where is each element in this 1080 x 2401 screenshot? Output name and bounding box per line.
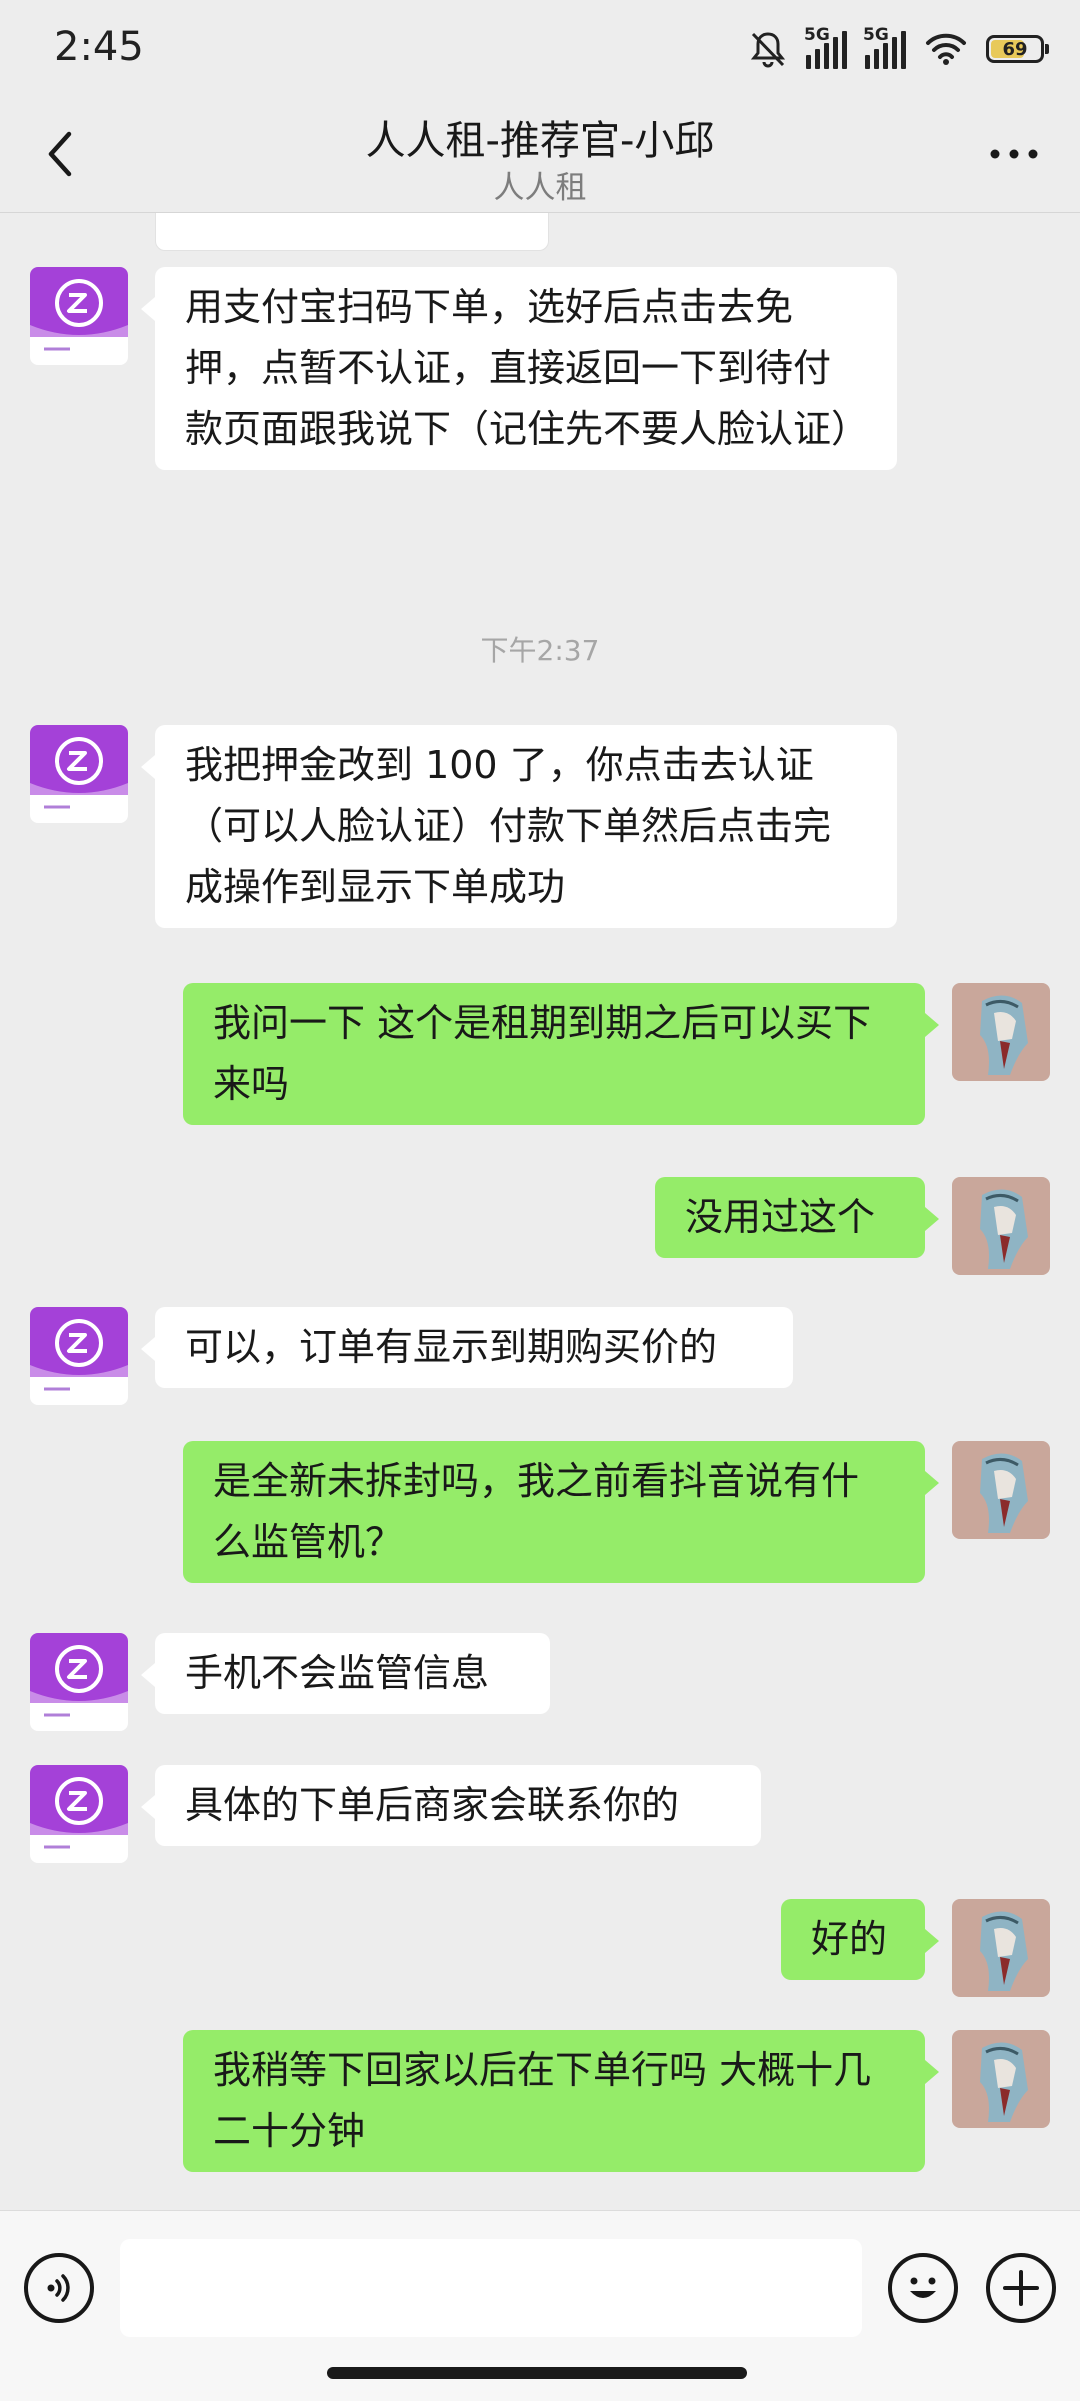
battery-percent: 69 xyxy=(1002,38,1028,60)
mute-icon xyxy=(750,32,786,68)
plus-button[interactable] xyxy=(986,2253,1056,2323)
chat-message-list[interactable]: 用支付宝扫码下单，选好后点击去免押，点暂不认证，直接返回一下到待付款页面跟我说下… xyxy=(0,213,1080,2210)
status-icons: 5G 5G 69 xyxy=(748,25,1049,72)
bot-logo-icon xyxy=(30,267,128,351)
bot-logo-icon xyxy=(30,725,128,809)
emoji-icon xyxy=(910,2277,936,2298)
message-bubble-incoming[interactable]: 我把押金改到 100 了，你点击去认证（可以人脸认证）付款下单然后点击完成操作到… xyxy=(141,725,897,928)
user-avatar-image xyxy=(952,1899,1050,1997)
battery-icon: 69 xyxy=(986,35,1049,63)
voice-icon xyxy=(47,2274,70,2302)
user-avatar-image xyxy=(952,2030,1050,2128)
bot-avatar[interactable] xyxy=(30,1765,128,1863)
message-bubble-incoming[interactable]: 手机不会监管信息 xyxy=(141,1633,550,1714)
previous-message-card[interactable] xyxy=(155,213,549,251)
wifi-icon xyxy=(926,33,966,65)
bot-logo-icon xyxy=(30,1307,128,1391)
home-indicator[interactable] xyxy=(327,2367,747,2379)
bot-logo-icon xyxy=(30,1633,128,1717)
user-avatar[interactable] xyxy=(952,1899,1050,1997)
user-avatar[interactable] xyxy=(952,1177,1050,1275)
message-bubble-outgoing[interactable]: 我稍等下回家以后在下单行吗 大概十几二十分钟 xyxy=(183,2030,939,2172)
signal-icon: 5G xyxy=(804,25,847,69)
bot-avatar[interactable] xyxy=(30,725,128,823)
bot-logo-icon xyxy=(30,1765,128,1849)
message-bubble-outgoing[interactable]: 好的 xyxy=(781,1899,939,1980)
user-avatar[interactable] xyxy=(952,1441,1050,1539)
more-dots-icon xyxy=(990,149,1038,159)
message-bubble-outgoing[interactable]: 没用过这个 xyxy=(655,1177,939,1258)
message-bubble-outgoing[interactable]: 我问一下 这个是租期到期之后可以买下来吗 xyxy=(183,983,939,1125)
message-bubble-outgoing[interactable]: 是全新未拆封吗，我之前看抖音说有什么监管机？ xyxy=(183,1441,939,1583)
bot-avatar[interactable] xyxy=(30,1307,128,1405)
plus-icon xyxy=(1003,2270,1039,2306)
bot-avatar[interactable] xyxy=(30,267,128,365)
message-bubble-incoming[interactable]: 用支付宝扫码下单，选好后点击去免押，点暂不认证，直接返回一下到待付款页面跟我说下… xyxy=(141,267,897,470)
chat-title: 人人租-推荐官-小邱 xyxy=(365,118,715,164)
bot-avatar[interactable] xyxy=(30,1633,128,1731)
user-avatar-image xyxy=(952,1177,1050,1275)
message-bubble-incoming[interactable]: 可以，订单有显示到期购买价的 xyxy=(141,1307,793,1388)
user-avatar-image xyxy=(952,983,1050,1081)
timestamp: 下午2:37 xyxy=(480,634,600,667)
more-button[interactable] xyxy=(978,124,1050,184)
voice-button[interactable] xyxy=(24,2253,94,2323)
emoji-button[interactable] xyxy=(888,2253,958,2323)
signal-icon: 5G xyxy=(863,25,906,69)
status-bar: 2:45 5G 5G 69 xyxy=(0,0,1080,96)
user-avatar[interactable] xyxy=(952,983,1050,1081)
chat-subtitle: 人人租 xyxy=(493,170,587,206)
chat-header: 人人租-推荐官-小邱 人人租 xyxy=(0,96,1080,213)
user-avatar-image xyxy=(952,1441,1050,1539)
status-time: 2:45 xyxy=(54,24,144,70)
message-bubble-incoming[interactable]: 具体的下单后商家会联系你的 xyxy=(141,1765,761,1846)
message-input[interactable] xyxy=(120,2239,862,2337)
user-avatar[interactable] xyxy=(952,2030,1050,2128)
